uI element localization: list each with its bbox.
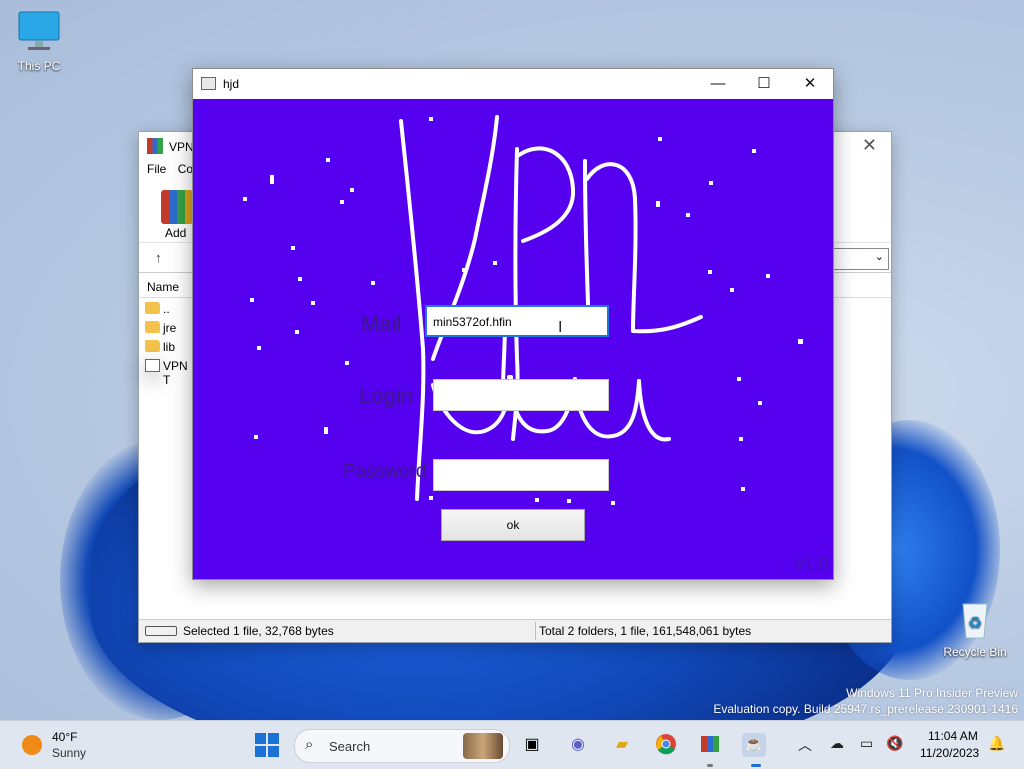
hand-drawn-vpn-art <box>243 115 803 505</box>
taskbar-search[interactable]: ⌕ Search <box>294 729 510 763</box>
app-canvas: Mail min5372of.hfin I Login Password ok … <box>193 99 833 579</box>
winrar-icon <box>147 138 163 154</box>
password-label: Password <box>343 461 427 482</box>
search-placeholder: Search <box>329 739 371 754</box>
column-name[interactable]: Name <box>147 280 179 294</box>
password-input[interactable] <box>433 459 609 491</box>
mail-label: Mail <box>361 311 402 336</box>
winrar-menubar: File Co <box>139 162 193 180</box>
search-highlight-image <box>463 733 503 759</box>
add-archive-icon[interactable] <box>161 190 193 224</box>
folder-icon <box>145 321 160 333</box>
svg-text:♻: ♻ <box>968 615 982 632</box>
task-view-icon[interactable]: ▣ <box>520 733 544 757</box>
drive-icon <box>145 626 177 636</box>
monitor-icon <box>18 11 60 50</box>
login-label: Login <box>359 383 413 408</box>
status-bar: Selected 1 file, 32,768 bytes Total 2 fo… <box>139 619 891 642</box>
version-label: v1.0 <box>794 554 829 574</box>
winrar-title: VPN <box>169 140 194 154</box>
close-icon[interactable]: ✕ <box>787 73 833 95</box>
application-icon <box>145 359 160 372</box>
active-indicator <box>751 764 761 767</box>
search-icon: ⌕ <box>305 736 314 753</box>
menu-commands[interactable]: Co <box>178 162 193 176</box>
network-icon[interactable]: ▭ <box>860 735 873 752</box>
watermark-line1: Windows 11 Pro Insider Preview <box>846 686 1018 700</box>
desktop-icon-this-pc[interactable]: This PC <box>4 10 74 73</box>
desktop-icon-label: This PC <box>17 59 61 73</box>
status-selected: Selected 1 file, 32,768 bytes <box>183 624 334 638</box>
weather-temp[interactable]: 40°F <box>52 730 77 744</box>
watermark-line2: Evaluation copy. Build 25947.rs_prerelea… <box>713 702 1018 716</box>
chat-icon[interactable]: ◉ <box>566 733 590 757</box>
folder-icon <box>145 340 160 352</box>
file-explorer-icon[interactable]: ▰ <box>610 733 634 757</box>
sun-icon[interactable] <box>22 735 42 755</box>
desktop-icon-recycle-bin[interactable]: ♻ Recycle Bin <box>940 598 1010 659</box>
start-button[interactable] <box>255 733 279 757</box>
chevron-down-icon[interactable]: ⌄ <box>875 250 884 263</box>
chrome-icon[interactable] <box>654 733 678 757</box>
taskbar: 40°F Sunny ⌕ Search ▣ ◉ ▰ ☕ ︿ ☁ ▭ 🔇 11:0… <box>0 720 1024 769</box>
text-cursor-icon: I <box>558 319 563 336</box>
up-arrow-icon[interactable]: ↑ <box>155 250 162 265</box>
notification-bell-icon[interactable]: 🔔 <box>988 735 1005 752</box>
folder-icon <box>145 302 160 314</box>
winrar-taskbar-icon[interactable] <box>698 733 722 757</box>
app-window[interactable]: hjd — ☐ ✕ Mail min5372of.hfin I Login Pa… <box>192 68 834 580</box>
recycle-bin-icon: ♻ <box>962 603 988 639</box>
menu-file[interactable]: File <box>147 162 166 176</box>
cloud-offline-icon[interactable]: ☁ <box>830 735 844 752</box>
maximize-icon[interactable]: ☐ <box>741 73 787 95</box>
close-icon[interactable]: ✕ <box>862 135 877 156</box>
desktop-icon-label: Recycle Bin <box>943 645 1007 659</box>
app-title: hjd <box>223 77 240 91</box>
minimize-icon[interactable]: — <box>695 73 741 95</box>
app-titlebar[interactable]: hjd — ☐ ✕ <box>193 69 833 99</box>
clock-date[interactable]: 11/20/2023 <box>920 746 979 760</box>
ok-button[interactable]: ok <box>441 509 585 541</box>
window-icon <box>201 77 216 90</box>
java-icon[interactable]: ☕ <box>742 733 766 757</box>
clock-time[interactable]: 11:04 AM <box>928 729 978 743</box>
weather-condition[interactable]: Sunny <box>52 746 86 760</box>
status-separator <box>535 622 536 640</box>
add-button-label[interactable]: Add <box>165 226 186 240</box>
running-indicator <box>707 764 713 767</box>
chevron-up-icon[interactable]: ︿ <box>798 735 812 755</box>
mail-input[interactable]: min5372of.hfin <box>425 305 609 337</box>
login-input[interactable] <box>433 379 609 411</box>
volume-muted-icon[interactable]: 🔇 <box>886 735 903 752</box>
status-total: Total 2 folders, 1 file, 161,548,061 byt… <box>539 624 752 638</box>
